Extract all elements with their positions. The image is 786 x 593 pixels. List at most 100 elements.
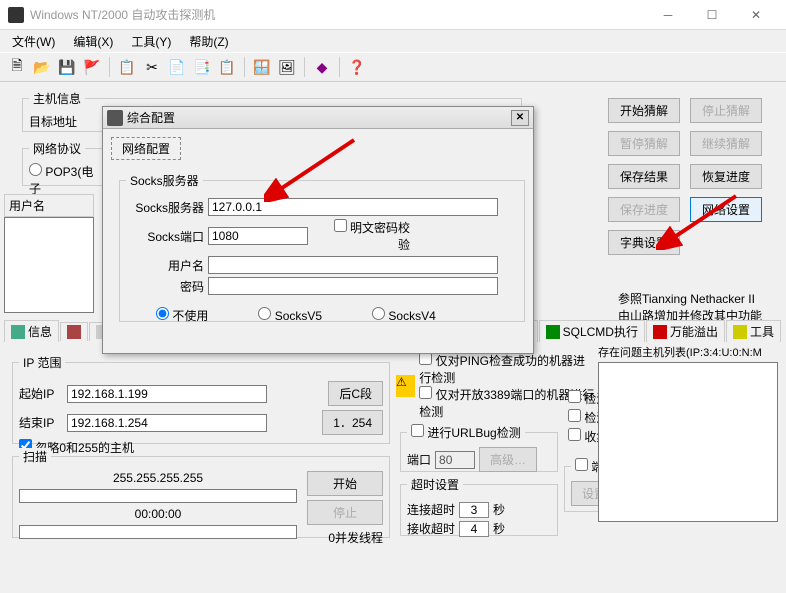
- recv-timeout-spinner[interactable]: 4: [459, 521, 489, 537]
- problem-host-label: 存在问题主机列表(IP:3:4:U:0:N:M: [598, 344, 778, 360]
- user-list-header[interactable]: 用户名: [4, 194, 94, 217]
- radio-v4-label[interactable]: SocksV4: [372, 307, 436, 324]
- help-icon[interactable]: ❓: [346, 56, 368, 78]
- paste-icon[interactable]: 📄: [166, 56, 188, 78]
- problem-host-listbox[interactable]: [598, 362, 778, 522]
- socks-pass-label: 密码: [126, 278, 204, 295]
- scan-stop-button[interactable]: 停止: [307, 500, 383, 525]
- hou-c-button[interactable]: 后C段: [328, 381, 383, 406]
- end-ip-input[interactable]: [67, 414, 267, 432]
- socks-group: Socks服务器 Socks服务器 Socks端口 明文密码校验 用户名 密码: [119, 172, 525, 322]
- toolbar: 🗎 📂 💾 🚩 📋 ✂ 📄 📑 📋 🪟 🖼 ◆ ❓: [0, 52, 786, 82]
- conn-timeout-label: 连接超时: [407, 501, 455, 518]
- radio-v5-label[interactable]: SocksV5: [258, 307, 322, 324]
- net-settings-button[interactable]: 网络设置: [690, 197, 762, 222]
- titlebar: Windows NT/2000 自动攻击探测机 ─ ☐ ✕: [0, 0, 786, 30]
- save-result-button[interactable]: 保存结果: [608, 164, 680, 189]
- menubar: 文件(W) 编辑(X) 工具(Y) 帮助(Z): [0, 30, 786, 52]
- pause-crack-button[interactable]: 暂停猜解: [608, 131, 680, 156]
- stop-crack-button[interactable]: 停止猜解: [690, 98, 762, 123]
- target-address-label: 目标地址: [29, 115, 77, 129]
- tab-tools[interactable]: 工具: [726, 320, 781, 342]
- dialog-titlebar[interactable]: 综合配置 ✕: [103, 107, 533, 129]
- socks-pass-input[interactable]: [208, 277, 498, 295]
- start-ip-input[interactable]: [67, 385, 267, 403]
- socks-legend: Socks服务器: [126, 172, 203, 189]
- flag-icon[interactable]: 🚩: [81, 56, 103, 78]
- cut-icon[interactable]: ✂: [141, 56, 163, 78]
- restore-progress-button[interactable]: 恢复进度: [690, 164, 762, 189]
- scan-ip-display: 255.255.255.255: [19, 471, 297, 485]
- window-icon[interactable]: 🪟: [251, 56, 273, 78]
- ping-only-label[interactable]: 仅对PING检查成功的机器进行检测: [419, 354, 585, 385]
- socks-user-input[interactable]: [208, 256, 498, 274]
- save-progress-button[interactable]: 保存进度: [608, 197, 680, 222]
- open-icon[interactable]: 📂: [31, 56, 53, 78]
- problem-host-panel: 存在问题主机列表(IP:3:4:U:0:N:M: [598, 344, 778, 522]
- recv-timeout-label: 接收超时: [407, 520, 455, 537]
- url-port-input: [435, 451, 475, 469]
- start-crack-button[interactable]: 开始猜解: [608, 98, 680, 123]
- conn-timeout-spinner[interactable]: 3: [459, 502, 489, 518]
- radio-socksv5[interactable]: [258, 307, 271, 320]
- picture-icon[interactable]: 🖼: [276, 56, 298, 78]
- menu-file[interactable]: 文件(W): [4, 31, 63, 52]
- tab-2[interactable]: [60, 322, 88, 341]
- urlbug-group: 进行URLBug检测 端口 高级…: [400, 424, 558, 472]
- tab-info[interactable]: 信息: [4, 320, 59, 342]
- socks-server-input[interactable]: [208, 198, 498, 216]
- url-advanced-button[interactable]: 高级…: [479, 447, 537, 472]
- dialog-close-button[interactable]: ✕: [511, 110, 529, 126]
- url-port-label: 端口: [407, 451, 431, 468]
- clipboard-icon[interactable]: 📋: [216, 56, 238, 78]
- pop3-radio-label[interactable]: POP3(电子: [29, 165, 93, 196]
- book-icon: [67, 325, 81, 339]
- scan-group: 扫描 255.255.255.255 00:00:00 开始 停止 0并发线程: [12, 448, 390, 538]
- check-netbios-checkbox[interactable]: [568, 428, 581, 441]
- scan-start-button[interactable]: 开始: [307, 471, 383, 496]
- reference-text: 参照Tianxing Nethacker II 由山路增加并修改其中功能: [618, 290, 762, 324]
- dict-settings-button[interactable]: 字典设置: [608, 230, 680, 255]
- menu-help[interactable]: 帮助(Z): [181, 31, 236, 52]
- port3389-only-checkbox[interactable]: [419, 386, 432, 399]
- tab-overflow[interactable]: 万能溢出: [646, 320, 725, 342]
- timeout-group: 超时设置 连接超时 3 秒 接收超时 4 秒: [400, 476, 558, 536]
- urlbug-legend[interactable]: 进行URLBug检测: [407, 424, 525, 441]
- radio-none[interactable]: [156, 307, 169, 320]
- right-button-panel: 开始猜解 停止猜解 暂停猜解 继续猜解 保存结果 恢复进度 保存进度 网络设置 …: [608, 98, 762, 255]
- save-icon[interactable]: 💾: [56, 56, 78, 78]
- minimize-button[interactable]: ─: [646, 1, 690, 29]
- check-4899-checkbox[interactable]: [568, 409, 581, 422]
- radio-none-label[interactable]: 不使用: [156, 307, 208, 324]
- tab-sqlcmd[interactable]: SQLCMD执行: [539, 320, 645, 342]
- pop3-radio[interactable]: [29, 163, 42, 176]
- info-icon: [11, 325, 25, 339]
- sql-icon: [546, 325, 560, 339]
- tools-icon: [733, 325, 747, 339]
- net-config-tab[interactable]: 网络配置: [111, 137, 181, 160]
- config-dialog: 综合配置 ✕ 网络配置 Socks服务器 Socks服务器 Socks端口 明文…: [102, 106, 534, 354]
- threads-label: 0并发线程: [307, 529, 383, 546]
- copy-icon[interactable]: 📋: [116, 56, 138, 78]
- duplicate-icon[interactable]: 📑: [191, 56, 213, 78]
- plain-check-label[interactable]: 明文密码校验: [332, 219, 410, 253]
- window-title: Windows NT/2000 自动攻击探测机: [30, 6, 646, 23]
- socks-port-input[interactable]: [208, 227, 308, 245]
- one254-button[interactable]: 1．254: [322, 410, 383, 435]
- socks-user-label: 用户名: [126, 257, 204, 274]
- close-button[interactable]: ✕: [734, 1, 778, 29]
- resume-crack-button[interactable]: 继续猜解: [690, 131, 762, 156]
- radio-socksv4[interactable]: [372, 307, 385, 320]
- dialog-icon: [107, 110, 123, 126]
- check-3389-checkbox[interactable]: [568, 390, 581, 403]
- plain-password-checkbox[interactable]: [334, 219, 347, 232]
- maximize-button[interactable]: ☐: [690, 1, 734, 29]
- menu-tool[interactable]: 工具(Y): [123, 31, 179, 52]
- scan-progress-bar-2: [19, 525, 297, 539]
- user-list-box[interactable]: [4, 217, 94, 313]
- menu-edit[interactable]: 编辑(X): [65, 31, 121, 52]
- book-icon[interactable]: ◆: [311, 56, 333, 78]
- port-scan-checkbox[interactable]: [575, 458, 588, 471]
- new-icon[interactable]: 🗎: [6, 56, 28, 78]
- urlbug-checkbox[interactable]: [411, 424, 424, 437]
